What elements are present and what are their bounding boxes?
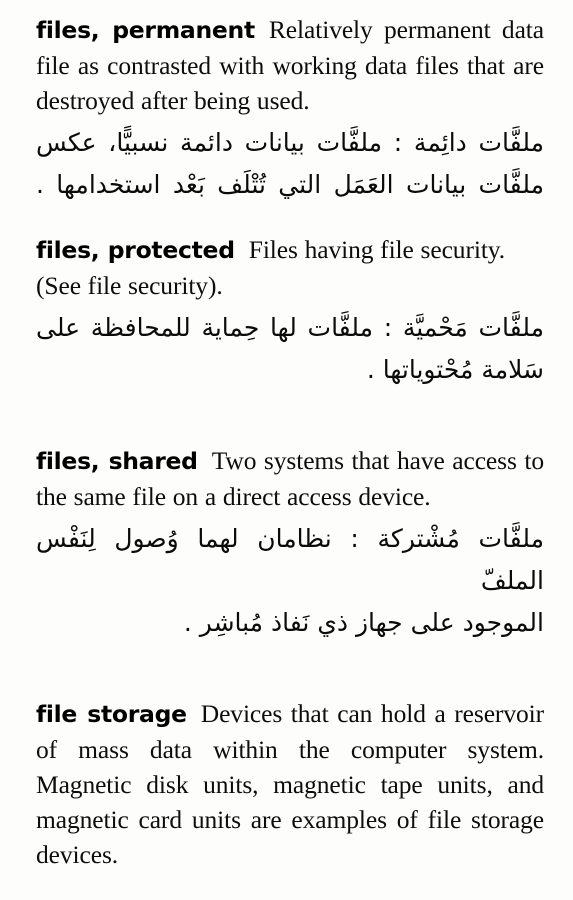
entry-headword: files, protected: [36, 236, 235, 264]
entry-spacer: [36, 644, 544, 696]
entry-spacer: [36, 391, 544, 443]
dictionary-entry: files, permanent Relatively permanent dat…: [36, 12, 544, 206]
arabic-line: سَلامة مُحْتوياتها .: [366, 355, 544, 384]
arabic-line: ملفَّات بيانات العَمَل التي تُتْلَف بَعْ…: [36, 170, 544, 199]
entry-definition-block: files, permanent Relatively permanent dat…: [36, 12, 544, 118]
entry-headword: files, permanent: [36, 16, 255, 44]
entry-arabic-translation: ملفَّات مَحْميَّة : ملفَّات لها حِماية ل…: [36, 307, 544, 391]
dictionary-page: files, permanent Relatively permanent dat…: [0, 0, 573, 900]
entry-arabic-translation: ملفَّات مُشْتركة : نظامان لهما وُصول لِن…: [36, 518, 544, 644]
entry-definition-block: files, shared Two systems that have acces…: [36, 443, 544, 514]
dictionary-entry: files, protected Files having file securi…: [36, 232, 544, 391]
entry-headword: files, shared: [36, 447, 198, 475]
arabic-line: ملفَّات مَحْميَّة : ملفَّات لها حِماية ل…: [36, 313, 544, 342]
dictionary-entry: file storage Devices that can hold a rese…: [36, 696, 544, 872]
entry-spacer: [36, 206, 544, 232]
arabic-line: ملفَّات دائِمة : ملفَّات بيانات دائمة نس…: [36, 128, 544, 157]
dictionary-entry: files, shared Two systems that have acces…: [36, 443, 544, 644]
entry-definition-block: file storage Devices that can hold a rese…: [36, 696, 544, 872]
entry-definition-block: files, protected Files having file securi…: [36, 232, 544, 303]
entry-arabic-translation: ملفَّات دائِمة : ملفَّات بيانات دائمة نس…: [36, 122, 544, 206]
arabic-line: ملفَّات مُشْتركة : نظامان لهما وُصول لِن…: [36, 524, 544, 595]
entry-headword: file storage: [36, 700, 187, 728]
text-column: files, permanent Relatively permanent dat…: [36, 12, 544, 872]
arabic-line: الموجود على جهاز ذي نَفاذ مُباشِر .: [183, 608, 544, 637]
